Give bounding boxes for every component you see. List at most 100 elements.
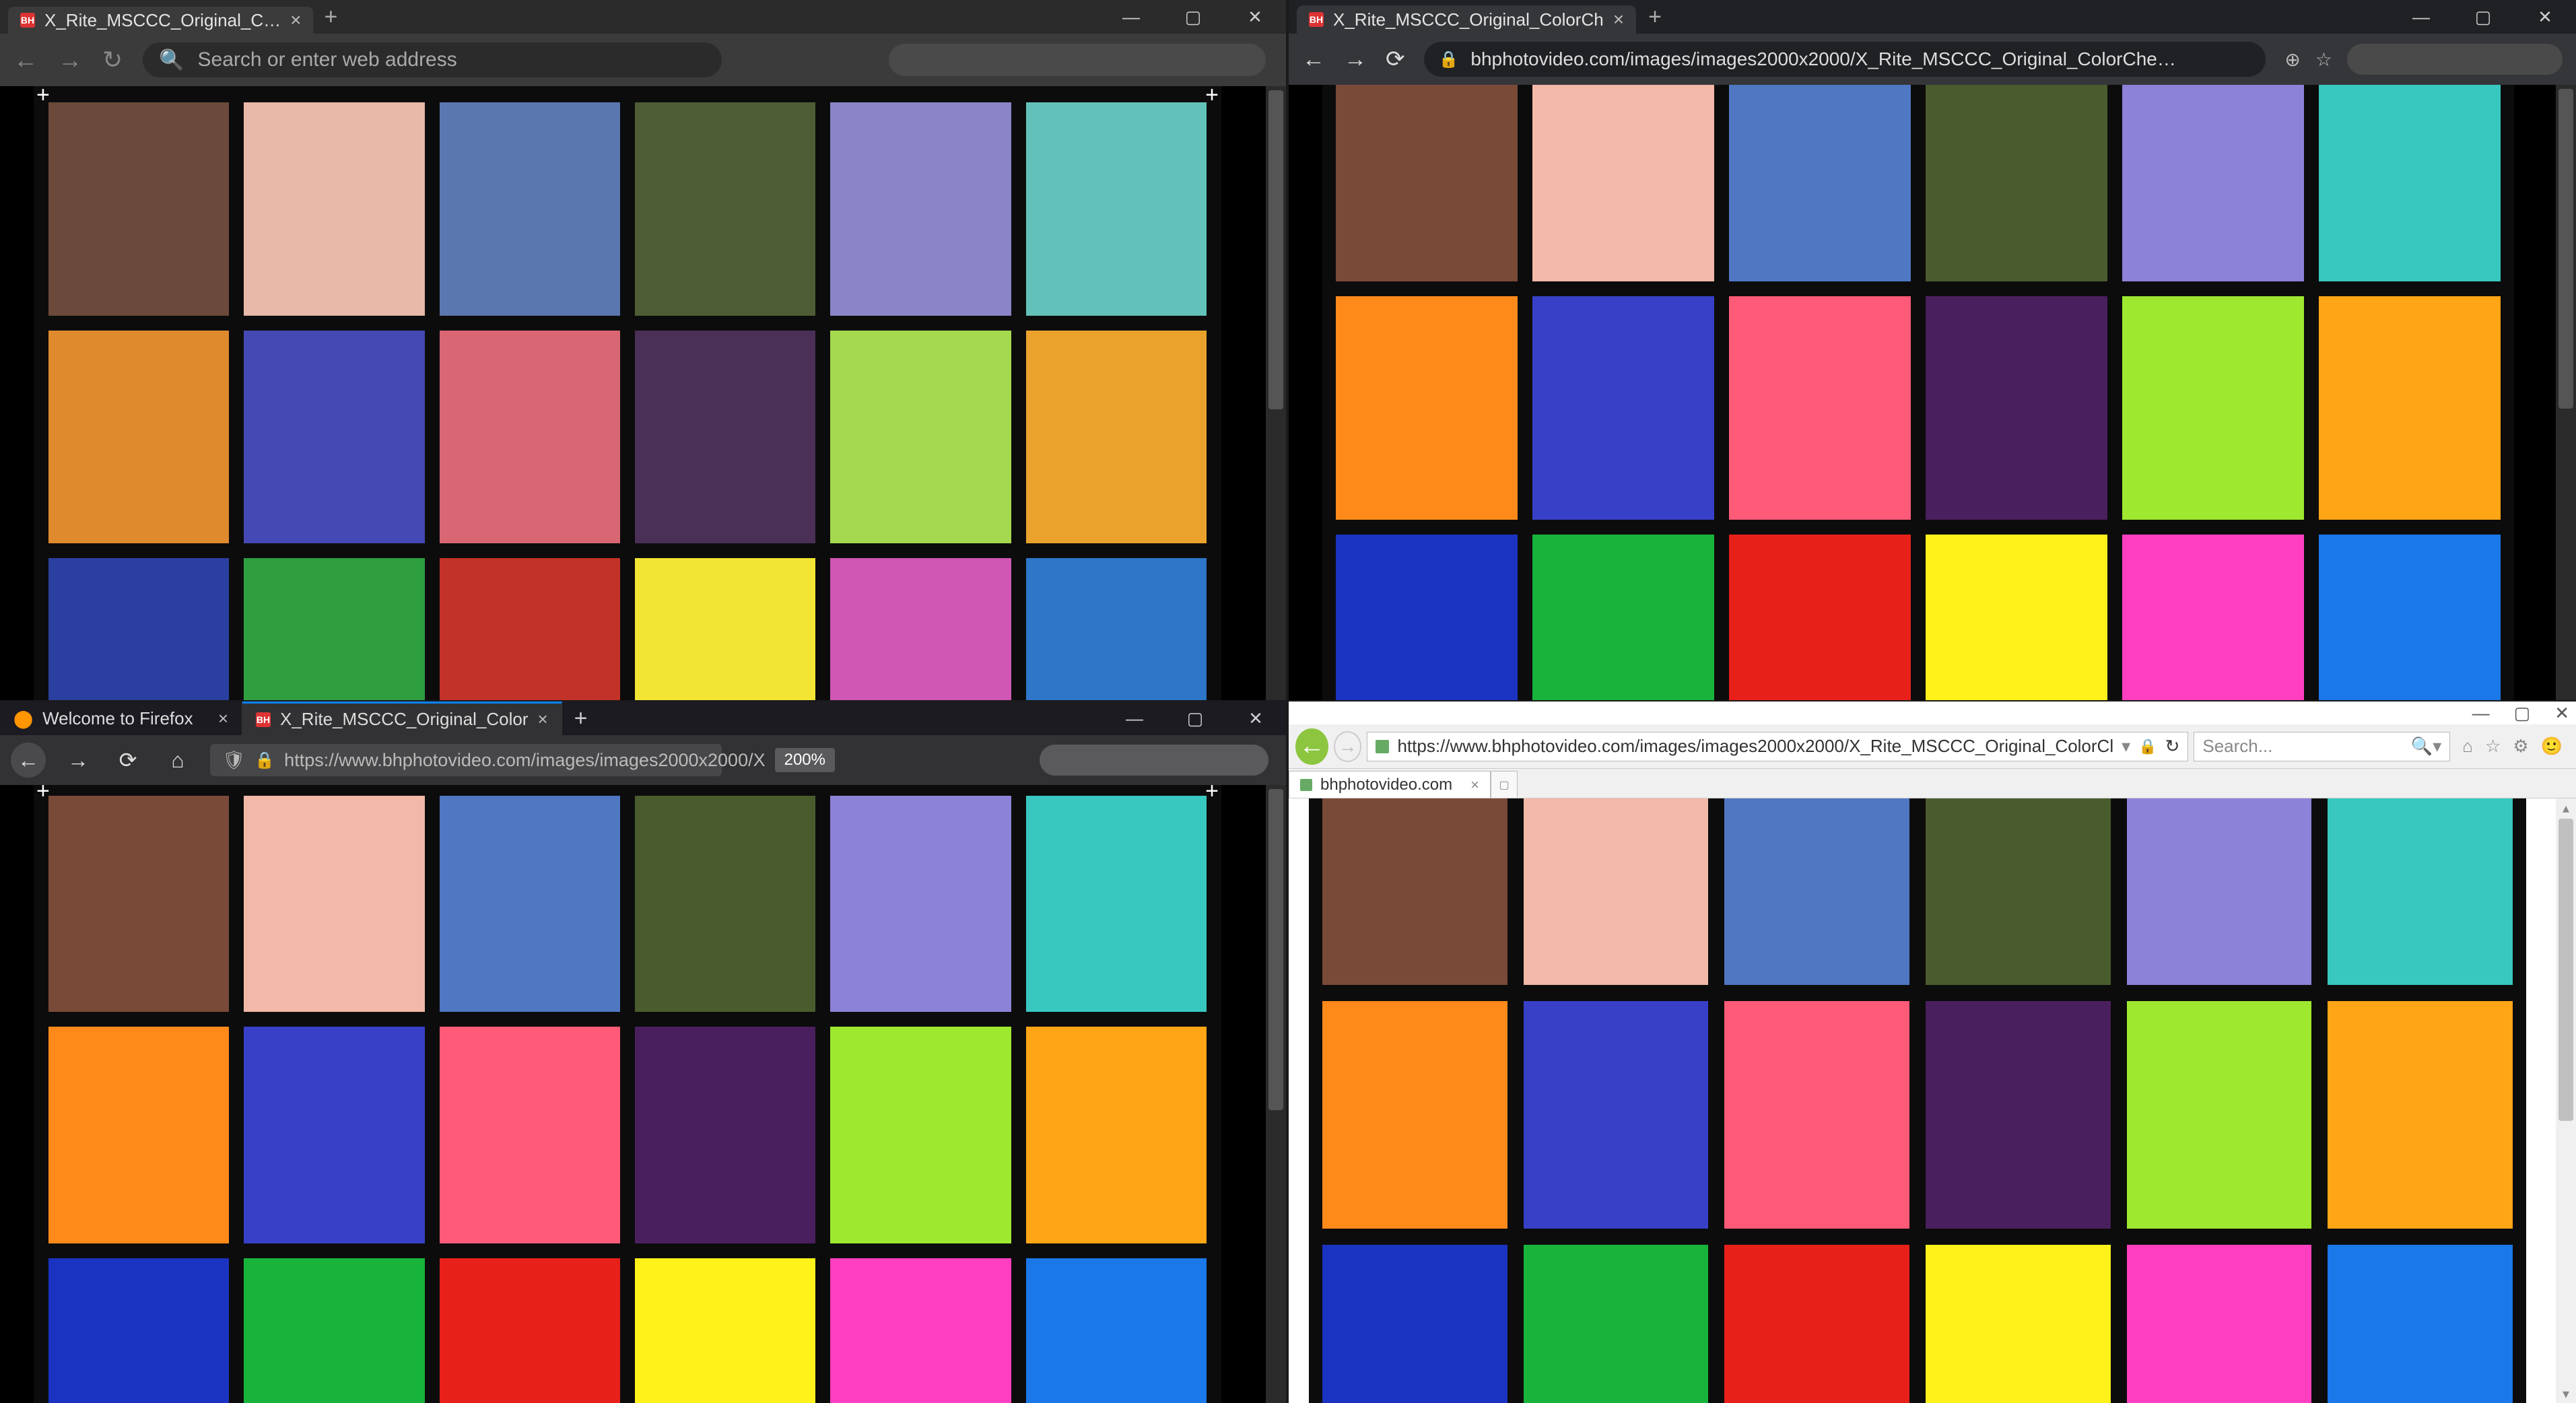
back-icon[interactable]: ← — [13, 46, 38, 74]
close-icon[interactable]: × — [1613, 9, 1624, 30]
vertical-scrollbar[interactable]: ▴ ▾ — [2556, 798, 2576, 1403]
color-swatch — [2319, 296, 2501, 520]
close-window-button[interactable]: ✕ — [2514, 0, 2576, 34]
chrome-tab-active[interactable]: BH X_Rite_MSCCC_Original_ColorCh × — [1297, 5, 1636, 34]
scrollbar-thumb[interactable] — [1268, 90, 1283, 409]
scroll-up-icon[interactable]: ▴ — [2556, 798, 2576, 817]
dropdown-icon[interactable]: ▾ — [2122, 736, 2130, 757]
zoom-indicator[interactable]: 200% — [775, 748, 835, 772]
firefox-tab1-title: Welcome to Firefox — [42, 708, 193, 729]
bh-favicon-icon: BH — [20, 13, 35, 28]
minimize-button[interactable]: — — [1100, 0, 1162, 34]
close-icon[interactable]: × — [1470, 776, 1479, 794]
back-icon[interactable]: ← — [1302, 46, 1325, 73]
ie-search-box[interactable]: Search... 🔍▾ — [2194, 732, 2450, 761]
scrollbar-thumb[interactable] — [1268, 789, 1283, 1110]
bh-favicon-icon: BH — [1309, 12, 1324, 27]
color-swatch — [440, 1258, 620, 1403]
firefox-tab-welcome[interactable]: ⬤ Welcome to Firefox × — [0, 702, 242, 735]
chrome-omnibox-actions: ⊕ ☆ — [2284, 44, 2563, 75]
chrome-window-controls: — ▢ ✕ — [2390, 0, 2576, 34]
forward-button[interactable]: → — [1334, 731, 1362, 762]
minimize-button[interactable]: — — [2472, 703, 2490, 724]
color-checker-image: + + — [34, 86, 1221, 700]
scrollbar-thumb[interactable] — [2558, 819, 2573, 1121]
bookmark-icon[interactable]: ☆ — [2315, 48, 2332, 71]
color-swatch — [1724, 798, 1909, 985]
color-swatch — [2122, 535, 2304, 700]
chrome-address-bar[interactable]: 🔒 bhphotovideo.com/images/images2000x200… — [1424, 42, 2266, 77]
vertical-scrollbar[interactable] — [1266, 86, 1286, 700]
color-swatch — [1026, 796, 1207, 1012]
close-window-button[interactable]: ✕ — [1224, 0, 1286, 34]
color-swatch — [440, 558, 620, 700]
new-tab-button[interactable]: + — [562, 706, 600, 732]
forward-button[interactable]: → — [61, 743, 96, 778]
back-button[interactable]: ← — [1295, 728, 1328, 765]
search-icon[interactable]: 🔍▾ — [2411, 736, 2441, 757]
ie-tab-active[interactable]: bhphotovideo.com × — [1289, 771, 1491, 798]
edge-address-bar[interactable]: 🔍 Search or enter web address — [143, 42, 722, 77]
color-swatch — [1724, 1245, 1909, 1403]
close-icon[interactable]: × — [290, 9, 301, 31]
color-swatch — [830, 331, 1011, 544]
color-swatch — [1524, 798, 1709, 985]
refresh-icon[interactable]: ↻ — [2165, 736, 2180, 757]
color-swatch — [2127, 1245, 2312, 1403]
tools-icon[interactable]: ⚙ — [2513, 736, 2528, 757]
new-tab-button[interactable]: ▢ — [1491, 771, 1518, 798]
favorites-icon[interactable]: ☆ — [2485, 736, 2501, 757]
firefox-window-controls: — ▢ ✕ — [1104, 702, 1286, 735]
edge-toolbar: ← → ↻ 🔍 Search or enter web address — [0, 34, 1286, 86]
home-icon[interactable]: ⌂ — [2462, 736, 2473, 757]
color-checker-image — [1309, 798, 2526, 1403]
color-swatch — [635, 331, 815, 544]
forward-icon[interactable]: → — [58, 46, 82, 74]
color-swatch — [48, 102, 229, 316]
minimize-button[interactable]: — — [1104, 702, 1165, 735]
firefox-tab-active[interactable]: BH X_Rite_MSCCC_Original_Color × — [242, 702, 562, 735]
ie-tabbar: bhphotovideo.com × ▢ — [1289, 769, 2576, 798]
forward-icon[interactable]: → — [1344, 46, 1367, 73]
vertical-scrollbar[interactable] — [2556, 85, 2576, 700]
refresh-icon[interactable]: ⟳ — [1386, 46, 1405, 73]
new-tab-button[interactable]: + — [1636, 4, 1674, 30]
chrome-content — [1289, 85, 2576, 700]
smiley-icon[interactable]: 🙂 — [2541, 736, 2563, 757]
minimize-button[interactable]: — — [2390, 0, 2452, 34]
ie-search-placeholder: Search... — [2202, 736, 2272, 757]
close-icon[interactable]: × — [537, 709, 547, 730]
scroll-down-icon[interactable]: ▾ — [2556, 1384, 2576, 1403]
ie-address-bar[interactable]: https://www.bhphotovideo.com/images/imag… — [1367, 732, 2188, 761]
maximize-button[interactable]: ▢ — [1162, 0, 1224, 34]
color-swatch — [1532, 296, 1714, 520]
color-swatch — [1926, 1001, 2111, 1228]
maximize-button[interactable]: ▢ — [2514, 703, 2531, 724]
color-swatch — [2127, 798, 2312, 985]
lock-icon: 🔒 — [1439, 50, 1459, 69]
home-button[interactable]: ⌂ — [160, 743, 195, 778]
color-swatch — [2328, 1245, 2513, 1403]
color-swatch — [48, 796, 229, 1012]
color-swatch — [2122, 296, 2304, 520]
color-swatch — [244, 102, 424, 316]
registration-mark-icon: + — [36, 785, 50, 805]
refresh-button[interactable]: ⟳ — [110, 743, 145, 778]
edge-window: BH X_Rite_MSCCC_Original_C… × + — ▢ ✕ ← … — [0, 0, 1286, 700]
edge-tab-active[interactable]: BH X_Rite_MSCCC_Original_C… × — [8, 7, 313, 34]
scrollbar-thumb[interactable] — [2558, 89, 2573, 409]
vertical-scrollbar[interactable] — [1266, 785, 1286, 1403]
color-swatch — [244, 796, 424, 1012]
close-window-button[interactable]: ✕ — [1225, 702, 1286, 735]
edge-tabstrip: BH X_Rite_MSCCC_Original_C… × + — [0, 0, 348, 34]
maximize-button[interactable]: ▢ — [2452, 0, 2514, 34]
shield-icon: 🛡 — [222, 749, 245, 771]
zoom-icon[interactable]: ⊕ — [2284, 48, 2300, 71]
new-tab-button[interactable]: + — [313, 4, 348, 30]
refresh-icon[interactable]: ↻ — [102, 46, 123, 74]
maximize-button[interactable]: ▢ — [1165, 702, 1225, 735]
close-icon[interactable]: × — [218, 708, 228, 729]
back-button[interactable]: ← — [11, 743, 46, 778]
close-window-button[interactable]: ✕ — [2554, 703, 2569, 724]
firefox-address-bar[interactable]: 🛡 🔒 https://www.bhphotovideo.com/images/… — [210, 744, 722, 776]
